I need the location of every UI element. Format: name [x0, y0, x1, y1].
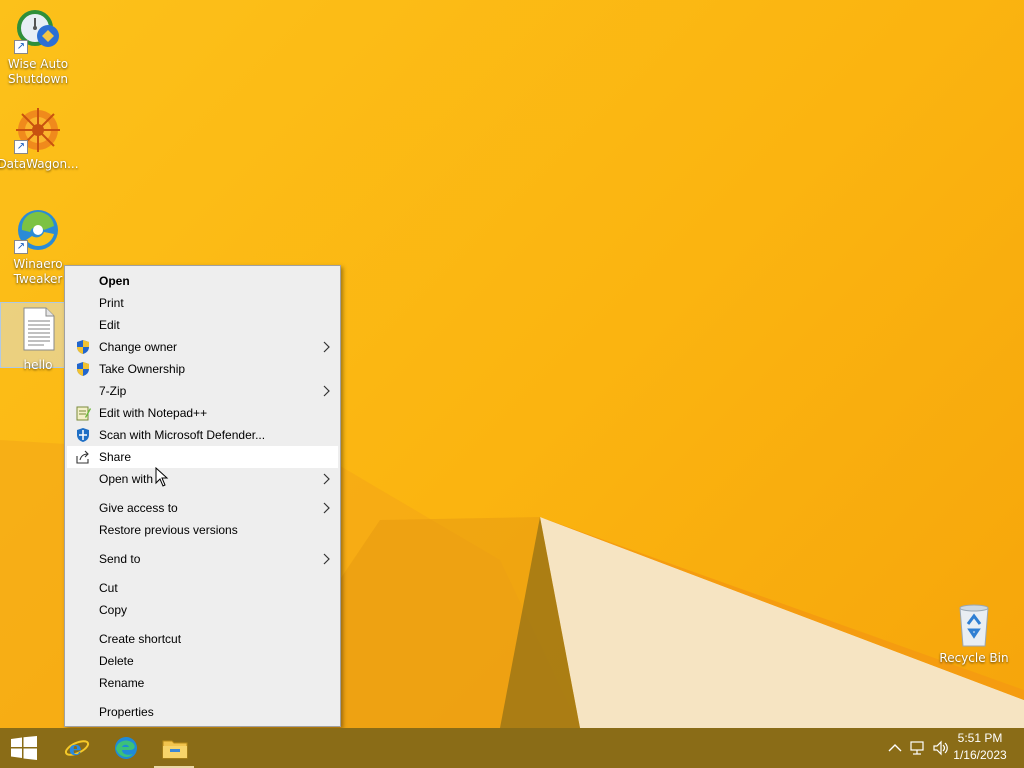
context-menu: Open Print Edit Change owner Take Owners… — [64, 265, 341, 727]
menu-item-7zip[interactable]: 7-Zip — [67, 380, 338, 402]
menu-item-edit-with-notepadpp[interactable]: Edit with Notepad++ — [67, 402, 338, 424]
menu-item-label: Send to — [99, 552, 141, 566]
desktop-icon-label: hello — [23, 358, 53, 372]
datawagon-icon: ↗ — [14, 106, 62, 154]
menu-item-properties[interactable]: Properties — [67, 701, 338, 723]
menu-item-label: Delete — [99, 654, 134, 668]
menu-item-label: Open — [99, 274, 130, 288]
menu-item-take-ownership[interactable]: Take Ownership — [67, 358, 338, 380]
menu-item-copy[interactable]: Copy — [67, 599, 338, 621]
menu-item-label: Edit — [99, 318, 120, 332]
internet-explorer-icon: e — [64, 736, 90, 760]
share-icon — [76, 450, 89, 464]
start-button[interactable] — [0, 728, 48, 768]
menu-item-label: Give access to — [99, 501, 178, 515]
taskbar-clock[interactable]: 5:51 PM 1/16/2023 — [944, 730, 1016, 764]
menu-item-label: Properties — [99, 705, 154, 719]
menu-item-rename[interactable]: Rename — [67, 672, 338, 694]
taskbar-internet-explorer[interactable]: e — [52, 728, 100, 768]
chevron-right-icon — [323, 341, 330, 353]
menu-item-open-with[interactable]: Open with — [67, 468, 338, 490]
menu-item-label: Open with — [99, 472, 154, 486]
desktop-icon-label: DataWagon... — [0, 157, 79, 171]
defender-icon — [77, 428, 89, 442]
menu-item-cut[interactable]: Cut — [67, 577, 338, 599]
shortcut-arrow-icon: ↗ — [14, 240, 28, 254]
menu-item-send-to[interactable]: Send to — [67, 548, 338, 570]
uac-shield-icon — [77, 340, 89, 354]
menu-item-open[interactable]: Open — [67, 270, 338, 292]
uac-shield-icon — [77, 362, 89, 376]
menu-item-share[interactable]: Share — [67, 446, 338, 468]
menu-item-label: Copy — [99, 603, 128, 617]
desktop-icon-label: Recycle Bin — [939, 651, 1009, 665]
menu-item-label: Create shortcut — [99, 632, 182, 646]
menu-item-edit[interactable]: Edit — [67, 314, 338, 336]
menu-item-label: Cut — [99, 581, 118, 595]
winaero-tweaker-icon: ↗ — [14, 206, 62, 254]
wise-auto-shutdown-icon: ↗ — [14, 6, 62, 54]
network-icon[interactable] — [909, 740, 927, 756]
chevron-right-icon — [323, 385, 330, 397]
text-file-icon — [14, 307, 62, 355]
menu-item-change-owner[interactable]: Change owner — [67, 336, 338, 358]
edge-icon — [115, 737, 137, 759]
menu-item-label: Rename — [99, 676, 145, 690]
clock-date: 1/16/2023 — [953, 748, 1007, 762]
desktop-icon-recycle-bin[interactable]: Recycle Bin — [936, 600, 1012, 666]
windows-logo-icon — [11, 736, 37, 760]
mouse-cursor-icon — [155, 467, 169, 487]
desktop-icon-datawagon[interactable]: ↗ DataWagon... — [0, 106, 79, 172]
shortcut-arrow-icon: ↗ — [14, 40, 28, 54]
menu-item-label: Share — [99, 450, 132, 464]
menu-item-label: 7-Zip — [99, 384, 127, 398]
menu-item-create-shortcut[interactable]: Create shortcut — [67, 628, 338, 650]
svg-text:e: e — [69, 736, 82, 760]
chevron-right-icon — [323, 553, 330, 565]
desktop[interactable]: ↗ Wise Auto Shutdown ↗ DataWagon... ↗ Wi… — [0, 0, 1024, 728]
menu-item-label: Change owner — [99, 340, 178, 354]
menu-item-delete[interactable]: Delete — [67, 650, 338, 672]
taskbar: e 5:51 PM 1/16/2023 — [0, 728, 1024, 768]
taskbar-file-explorer[interactable] — [150, 728, 198, 768]
menu-item-print[interactable]: Print — [67, 292, 338, 314]
chevron-up-icon[interactable] — [886, 740, 904, 756]
menu-item-give-access-to[interactable]: Give access to — [67, 497, 338, 519]
file-explorer-icon — [162, 740, 188, 759]
menu-item-label: Edit with Notepad++ — [99, 406, 208, 420]
menu-item-label: Scan with Microsoft Defender... — [99, 428, 266, 442]
notepad-plus-plus-icon — [76, 406, 91, 421]
menu-item-scan-defender[interactable]: Scan with Microsoft Defender... — [67, 424, 338, 446]
desktop-icon-wise-auto-shutdown[interactable]: ↗ Wise Auto Shutdown — [0, 6, 76, 87]
menu-item-restore-previous-versions[interactable]: Restore previous versions — [67, 519, 338, 541]
desktop-icon-label: Wise Auto Shutdown — [7, 57, 69, 86]
menu-item-label: Take Ownership — [99, 362, 186, 376]
clock-time: 5:51 PM — [957, 731, 1003, 745]
desktop-icon-label: Winaero Tweaker — [13, 257, 63, 286]
chevron-right-icon — [323, 473, 330, 485]
taskbar-edge[interactable] — [101, 728, 149, 768]
chevron-right-icon — [323, 502, 330, 514]
menu-item-label: Print — [99, 296, 124, 310]
shortcut-arrow-icon: ↗ — [14, 140, 28, 154]
menu-item-label: Restore previous versions — [99, 523, 238, 537]
recycle-bin-icon — [950, 600, 998, 648]
